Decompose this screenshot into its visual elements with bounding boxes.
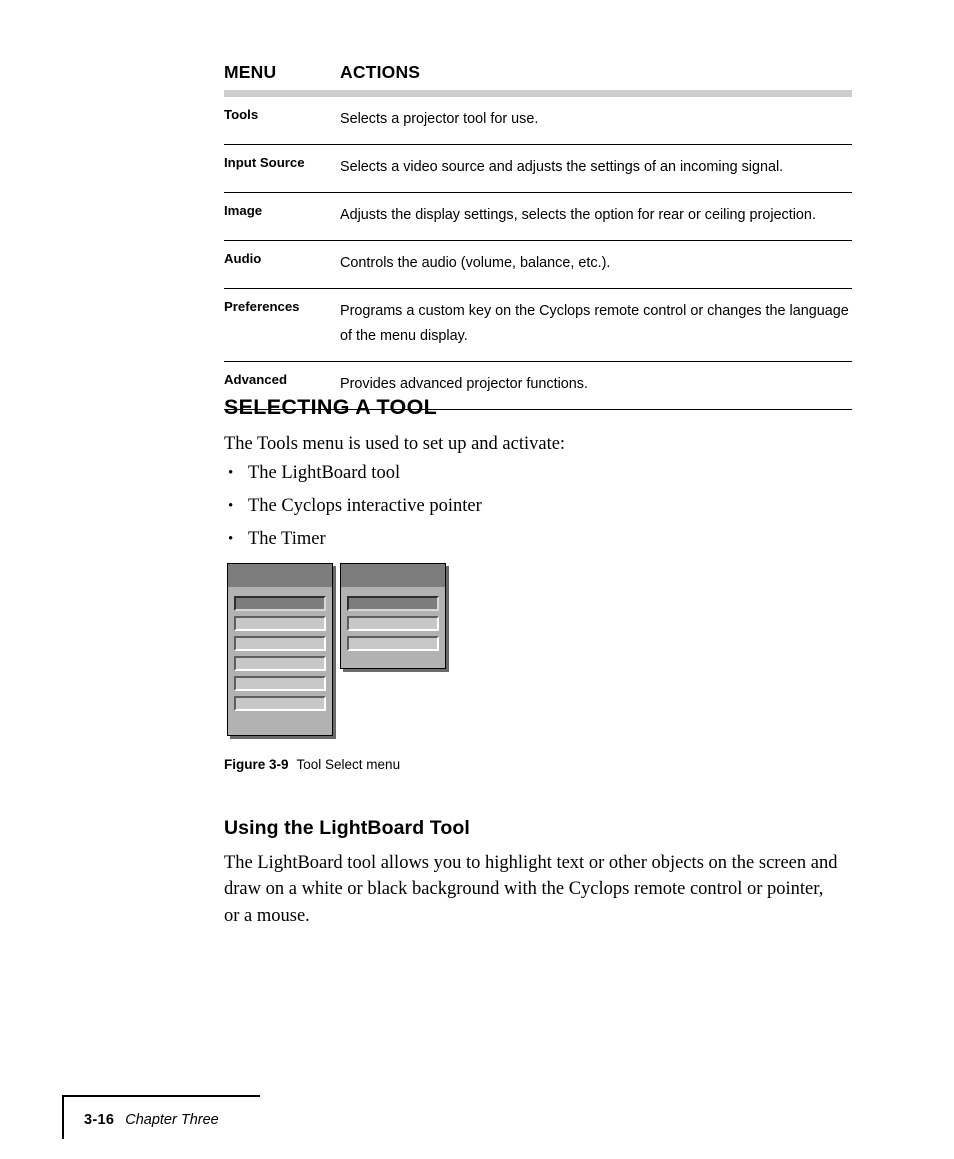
table-cell-action: Selects a video source and adjusts the s…: [340, 159, 784, 175]
footer-vertical-rule: [62, 1095, 64, 1139]
menu-item[interactable]: [347, 636, 439, 651]
list-item: • The LightBoard tool: [224, 462, 482, 495]
table-row: Input Source Selects a video source and …: [224, 145, 852, 193]
figure-caption: Figure 3-9 Tool Select menu: [224, 757, 400, 772]
page-footer: 3-16 Chapter Three: [62, 1095, 262, 1147]
table-cell-menu: Image: [224, 203, 263, 218]
footer-content: 3-16 Chapter Three: [84, 1112, 219, 1128]
table-cell-menu: Audio: [224, 251, 262, 266]
table-row: Audio Controls the audio (volume, balanc…: [224, 241, 852, 289]
table-cell-menu: Input Source: [224, 155, 305, 170]
menu-item[interactable]: [234, 616, 326, 631]
bullet-dot-icon: •: [228, 498, 234, 514]
table-cell-action: Controls the audio (volume, balance, etc…: [340, 255, 611, 271]
list-item: • The Timer: [224, 528, 482, 561]
list-item-label: The Timer: [248, 529, 326, 549]
table-cell-menu: Tools: [224, 107, 259, 122]
menu-item[interactable]: [234, 656, 326, 671]
paragraph-lightboard-description: The LightBoard tool allows you to highli…: [224, 853, 838, 926]
menu-item-selected[interactable]: [347, 596, 439, 611]
tool-select-menu-panel: [227, 563, 333, 736]
table-cell-action: Selects a projector tool for use.: [340, 111, 539, 127]
table-cell-action: Programs a custom key on the Cyclops rem…: [340, 303, 849, 344]
menu-actions-table: MENU ACTIONS Tools Selects a projector t…: [224, 62, 852, 410]
panel-title-bar: [228, 564, 332, 587]
figure-caption-label: Figure 3-9: [224, 757, 289, 772]
menu-item[interactable]: [234, 696, 326, 711]
footer-chapter-name: Chapter Three: [125, 1112, 219, 1128]
bullet-dot-icon: •: [228, 531, 234, 547]
tools-bullet-list: • The LightBoard tool • The Cyclops inte…: [224, 462, 482, 561]
bullet-dot-icon: •: [228, 465, 234, 481]
panel-title-bar: [341, 564, 445, 587]
footer-horizontal-rule: [62, 1095, 260, 1097]
figure-caption-text: Tool Select menu: [296, 757, 401, 772]
table-header-menu: MENU: [224, 62, 277, 82]
menu-item-selected[interactable]: [234, 596, 326, 611]
list-item: • The Cyclops interactive pointer: [224, 495, 482, 528]
menu-item[interactable]: [347, 616, 439, 631]
table-row: Tools Selects a projector tool for use.: [224, 97, 852, 145]
table-row: Preferences Programs a custom key on the…: [224, 289, 852, 362]
table-cell-action: Adjusts the display settings, selects th…: [340, 207, 816, 223]
menu-item[interactable]: [234, 636, 326, 651]
table-row: Image Adjusts the display settings, sele…: [224, 193, 852, 241]
table-header-rule: [224, 90, 852, 97]
list-item-label: The LightBoard tool: [248, 463, 401, 483]
panel-item-list: [228, 587, 332, 717]
panel-item-list: [341, 587, 445, 657]
table-header-actions: ACTIONS: [340, 62, 421, 82]
heading-selecting-a-tool: SELECTING A TOOL: [224, 395, 438, 419]
tool-submenu-panel: [340, 563, 446, 669]
list-item-label: The Cyclops interactive pointer: [248, 496, 482, 516]
figure-tool-select-menu: [224, 560, 464, 745]
table-cell-menu: Advanced: [224, 372, 288, 387]
table-header-row: MENU ACTIONS: [224, 62, 852, 88]
heading-using-the-lightboard-tool: Using the LightBoard Tool: [224, 817, 470, 839]
paragraph-tools-menu-intro: The Tools menu is used to set up and act…: [224, 434, 566, 454]
footer-page-number: 3-16: [84, 1112, 115, 1128]
document-page: MENU ACTIONS Tools Selects a projector t…: [0, 0, 954, 1159]
table-cell-menu: Preferences: [224, 299, 300, 314]
menu-item[interactable]: [234, 676, 326, 691]
